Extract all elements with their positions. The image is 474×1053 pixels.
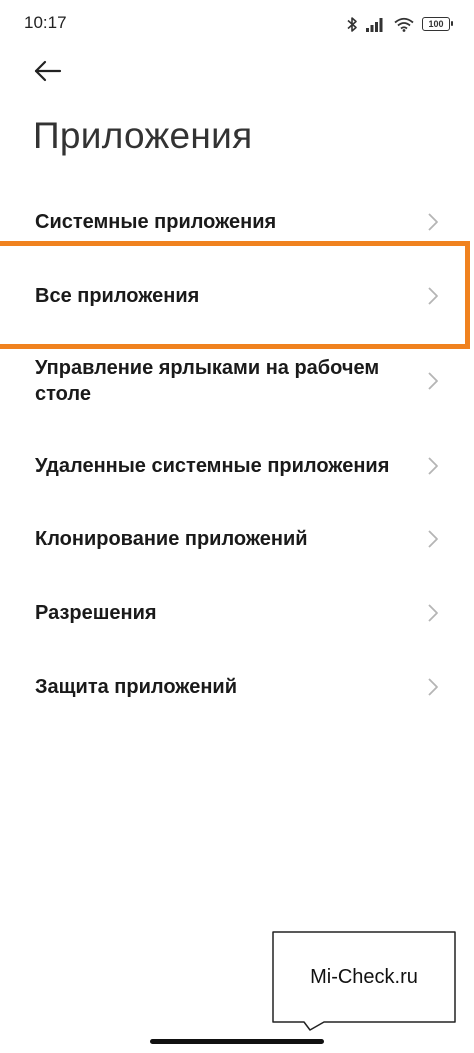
list-item-label: Системные приложения — [35, 211, 277, 233]
list-item-system-apps[interactable]: Системные приложения — [0, 195, 474, 251]
list-item-label: Защита приложений — [35, 676, 237, 698]
list-item-label: Все приложения — [35, 285, 200, 307]
list-item-desktop-shortcuts[interactable]: Управление ярлыками на рабочем столе — [0, 352, 474, 416]
signal-icon — [366, 17, 386, 32]
home-indicator[interactable] — [150, 1039, 324, 1044]
list-item-removed-system-apps[interactable]: Удаленные системные приложения — [0, 440, 474, 496]
chevron-right-icon — [426, 603, 440, 623]
list-item-app-lock[interactable]: Защита приложений — [0, 660, 474, 716]
watermark-text: Mi-Check.ru — [310, 965, 418, 988]
list-item-label: Клонирование приложений — [35, 528, 308, 550]
page-title: Приложения — [33, 115, 253, 156]
list-item-label: Разрешения — [35, 602, 157, 624]
chevron-right-icon — [426, 286, 440, 306]
status-icons: 100 — [346, 13, 453, 35]
list-item-label: Управление ярлыками на рабочем столе — [35, 357, 380, 405]
wifi-icon — [394, 17, 414, 32]
status-bar: 10:17 100 — [0, 0, 474, 48]
chevron-right-icon — [426, 456, 440, 476]
list-item-label: Удаленные системные приложения — [35, 455, 390, 477]
list-item-permissions[interactable]: Разрешения — [0, 586, 474, 642]
list-item-app-cloning[interactable]: Клонирование приложений — [0, 512, 474, 568]
back-button[interactable] — [28, 52, 68, 92]
status-time: 10:17 — [24, 13, 67, 32]
bluetooth-icon — [346, 16, 358, 33]
battery-icon: 100 — [422, 17, 453, 31]
chevron-right-icon — [426, 371, 440, 391]
chevron-right-icon — [426, 677, 440, 697]
list-item-all-apps[interactable]: Все приложения — [0, 268, 474, 324]
chevron-right-icon — [426, 529, 440, 549]
chevron-right-icon — [426, 212, 440, 232]
battery-level: 100 — [428, 19, 444, 29]
